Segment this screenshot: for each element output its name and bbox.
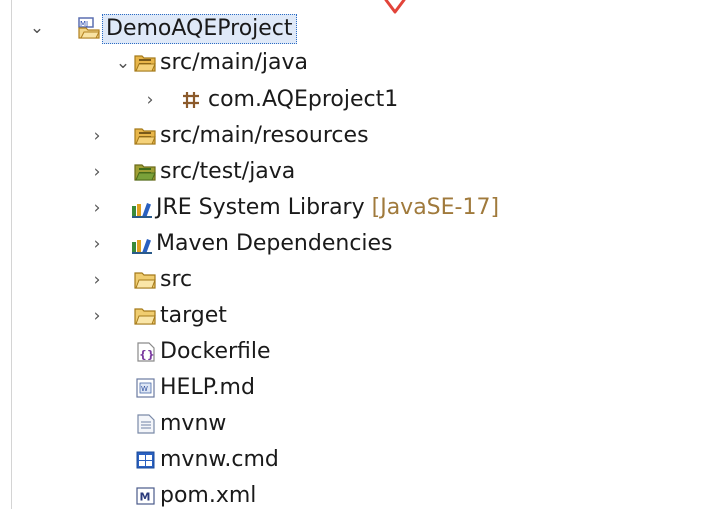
tree-item-pom-xml[interactable]: M pom.xml — [0, 481, 460, 511]
tree-item-src-main-resources[interactable]: › src/main/resources — [0, 121, 460, 151]
tree-item-label: src — [160, 267, 193, 292]
chevron-right-icon[interactable]: › — [88, 307, 106, 325]
chevron-right-icon[interactable]: › — [88, 127, 106, 145]
tree-item-label: JRE System Library [JavaSE-17] — [156, 194, 499, 222]
tree-item-label: Dockerfile — [160, 339, 271, 364]
source-folder-icon — [134, 55, 156, 72]
maven-project-icon: MJ — [78, 17, 100, 39]
tree-item-label: mvnw — [160, 411, 227, 436]
tree-item-label: mvnw.cmd — [160, 447, 279, 472]
tree-item-src-test-java[interactable]: › src/test/java — [0, 157, 460, 187]
tree-item-label: DemoAQEProject — [102, 14, 297, 44]
markdown-file-icon: W — [136, 378, 155, 398]
chevron-right-icon[interactable]: › — [88, 271, 106, 289]
tree-item-label: com.AQEproject1 — [208, 87, 399, 112]
package-icon — [183, 92, 199, 108]
chevron-right-icon[interactable]: › — [88, 199, 106, 217]
tree-item-dockerfile[interactable]: {} Dockerfile — [0, 337, 460, 367]
chevron-down-icon[interactable]: ⌄ — [114, 54, 132, 72]
library-name: JRE System Library — [156, 195, 365, 220]
chevron-right-icon[interactable]: › — [88, 235, 106, 253]
svg-text:MJ: MJ — [80, 20, 88, 28]
tree-item-maven-dependencies[interactable]: › Maven Dependencies — [0, 229, 540, 259]
text-file-icon — [137, 414, 155, 434]
dockerfile-icon: {} — [137, 342, 155, 362]
tree-item-jre-library[interactable]: › JRE System Library [JavaSE-17] — [0, 193, 690, 223]
chevron-down-icon[interactable]: ⌄ — [28, 19, 46, 37]
chevron-right-icon[interactable]: › — [88, 163, 106, 181]
tree-item-label: src/test/java — [160, 159, 296, 184]
chevron-right-icon[interactable]: › — [141, 91, 159, 109]
svg-text:{}: {} — [139, 348, 155, 361]
library-icon — [132, 203, 152, 218]
svg-text:W: W — [141, 385, 148, 393]
tree-item-mvnw[interactable]: mvnw — [0, 409, 460, 439]
tree-item-help-md[interactable]: W HELP.md — [0, 373, 460, 403]
tree-item-label: target — [160, 303, 227, 328]
library-icon — [132, 239, 152, 254]
tree-item-label: Maven Dependencies — [156, 231, 393, 256]
tree-item-src-main-java[interactable]: ⌄ src/main/java — [0, 48, 460, 78]
folder-icon — [134, 308, 156, 325]
arrow-down-marker-icon — [384, 0, 406, 14]
tree-item-root[interactable]: ⌄ MJ DemoAQEProject — [0, 13, 460, 44]
cmd-file-icon — [136, 451, 155, 469]
test-source-folder-icon — [134, 164, 156, 181]
tree-item-src-folder[interactable]: › src — [0, 265, 460, 295]
tree-item-mvnw-cmd[interactable]: mvnw.cmd — [0, 445, 460, 475]
maven-pom-icon: M — [136, 487, 155, 505]
source-folder-icon — [134, 128, 156, 145]
jre-version-decoration: [JavaSE-17] — [371, 195, 500, 220]
tree-item-label: src/main/java — [160, 50, 309, 75]
tree-item-package[interactable]: › com.AQEproject1 — [0, 85, 460, 115]
svg-text:M: M — [140, 491, 151, 504]
tree-item-target-folder[interactable]: › target — [0, 301, 460, 331]
tree-item-label: src/main/resources — [160, 123, 369, 148]
tree-item-label: pom.xml — [160, 483, 257, 508]
tree-item-label: HELP.md — [160, 375, 255, 400]
folder-icon — [134, 272, 156, 289]
